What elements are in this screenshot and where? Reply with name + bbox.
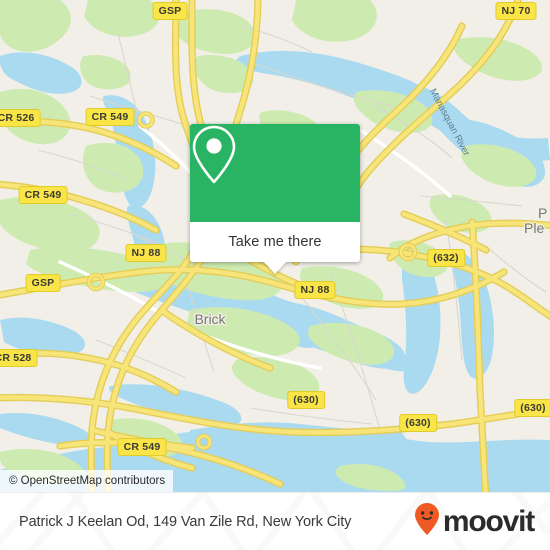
- road-shield-cr526: CR 526: [0, 109, 41, 127]
- place-label-point-pleasant: P Ple: [524, 205, 548, 236]
- moovit-logo[interactable]: moovit: [414, 502, 535, 541]
- location-address: Patrick J Keelan Od, 149 Van Zile Rd, Ne…: [19, 513, 352, 530]
- road-shield-cr549-upper: CR 549: [85, 108, 135, 126]
- place-label-brick: Brick: [194, 311, 226, 327]
- road-shield-cr549-mid: CR 549: [18, 186, 68, 204]
- road-shield-nj70: NJ 70: [495, 2, 537, 20]
- attribution-text: © OpenStreetMap contributors: [9, 475, 166, 487]
- place-label-line1: P: [538, 205, 548, 221]
- footer-bar: Patrick J Keelan Od, 149 Van Zile Rd, Ne…: [0, 492, 550, 550]
- location-popup-card[interactable]: Take me there: [190, 124, 360, 274]
- road-shield-630-mid: (630): [399, 414, 437, 432]
- map-attribution[interactable]: © OpenStreetMap contributors: [0, 470, 174, 492]
- road-shield-cr528: CR 528: [0, 349, 38, 367]
- road-shield-gsp-south: GSP: [25, 274, 61, 292]
- road-shield-cr549-lower: CR 549: [117, 438, 167, 456]
- road-shield-nj88-east: NJ 88: [294, 281, 336, 299]
- screenshot-root: Manasquan River Brick P Ple GSP NJ 70 CR…: [0, 0, 550, 550]
- popup-footer[interactable]: Take me there: [190, 222, 360, 274]
- road-shield-nj88-west: NJ 88: [125, 244, 167, 262]
- moovit-pin-icon: [414, 502, 440, 541]
- road-shield-gsp-north: GSP: [152, 2, 188, 20]
- road-shield-630-east: (630): [514, 399, 550, 417]
- take-me-there-button[interactable]: Take me there: [228, 234, 321, 250]
- popup-header: [190, 124, 360, 222]
- road-shield-632: (632): [427, 249, 465, 267]
- place-label-line2: Ple: [524, 220, 545, 236]
- moovit-wordmark: moovit: [442, 504, 535, 538]
- map-canvas[interactable]: Manasquan River Brick P Ple GSP NJ 70 CR…: [0, 0, 550, 492]
- road-shield-630-west: (630): [287, 391, 325, 409]
- popup-pointer: [264, 262, 286, 274]
